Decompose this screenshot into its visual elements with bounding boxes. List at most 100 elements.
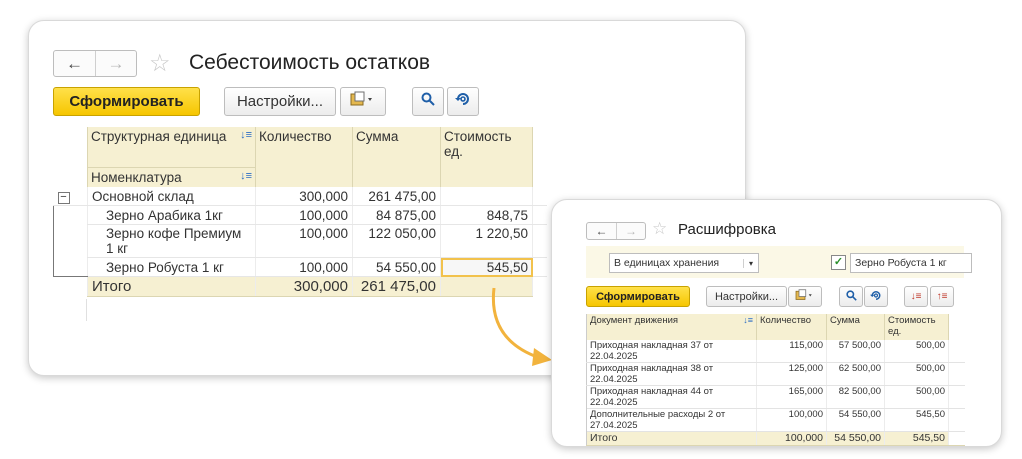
table-header-row: ↓≡ Документ движения Количество Сумма Ст… [586, 314, 965, 340]
print-options-icon [795, 288, 815, 306]
sort-icon: ↓≡ [240, 169, 252, 182]
search-button[interactable] [839, 286, 863, 307]
cost-report-table: ↓≡ Структурная единица Количество Сумма … [53, 127, 547, 297]
table-row[interactable]: Приходная накладная 38 от 22.04.2025 125… [586, 362, 965, 386]
nav-buttons: ← → [53, 50, 137, 77]
sort-icon: ↓≡ [743, 315, 753, 325]
table-divider [586, 408, 587, 434]
collapse-toggle[interactable]: − [53, 187, 88, 206]
table-total-row: Итого 300,000 261 475,00 [53, 276, 547, 297]
row-cost: 500,00 [884, 385, 949, 409]
search-refresh-icon [455, 92, 471, 111]
total-qty: 300,000 [255, 276, 353, 297]
row-sum: 62 500,00 [826, 362, 885, 386]
print-options-button[interactable] [340, 87, 386, 116]
forward-button[interactable]: → [95, 51, 136, 76]
forward-button[interactable]: → [616, 223, 645, 239]
column-header-sum[interactable]: Сумма [826, 314, 885, 340]
total-label: Итого [87, 276, 256, 297]
page-title: Расшифровка [678, 221, 776, 238]
row-qty: 100,000 [255, 257, 353, 277]
units-select[interactable]: В единицах хранения ▾ [609, 253, 759, 273]
total-label: Итого [586, 431, 757, 446]
detail-table: ↓≡ Документ движения Количество Сумма Ст… [586, 314, 965, 446]
page-title: Себестоимость остатков [189, 51, 431, 74]
row-sum: 54 550,00 [352, 257, 441, 277]
row-sum: 82 500,00 [826, 385, 885, 409]
column-header-unit-cost[interactable]: Стоимость ед. [440, 127, 533, 187]
table-row[interactable]: Зерно Робуста 1 кг 100,000 54 550,00 545… [53, 257, 547, 277]
search-icon [845, 288, 857, 306]
search-button[interactable] [412, 87, 444, 116]
row-doc: Приходная накладная 44 от 22.04.2025 [586, 385, 757, 409]
row-name: Зерно Робуста 1 кг [87, 257, 256, 277]
table-row[interactable]: Приходная накладная 44 от 22.04.2025 165… [586, 385, 965, 409]
row-qty: 115,000 [756, 340, 827, 363]
row-doc: Приходная накладная 38 от 22.04.2025 [586, 362, 757, 386]
checkbox-checked-icon[interactable]: ✓ [831, 255, 846, 270]
detail-window: ← → ☆ Расшифровка В единицах хранения ▾ … [551, 199, 1002, 447]
highlighted-cell[interactable]: 545,50 [440, 257, 533, 277]
total-qty: 100,000 [756, 431, 827, 446]
row-cost: 500,00 [884, 362, 949, 386]
total-cost: 545,50 [884, 431, 949, 446]
back-arrow-icon: ← [595, 224, 608, 238]
row-doc: Приходная накладная 37 от 22.04.2025 [586, 340, 757, 363]
item-field[interactable]: Зерно Робуста 1 кг [850, 253, 972, 273]
forward-arrow-icon: → [107, 53, 125, 73]
column-header-nomenclature[interactable]: ↓≡ Номенклатура [87, 166, 256, 187]
search-refresh-button[interactable] [864, 286, 888, 307]
search-refresh-button[interactable] [447, 87, 479, 116]
column-header-unit-cost[interactable]: Стоимость ед. [884, 314, 949, 340]
row-cost: 848,75 [440, 205, 533, 225]
sort-descending-button[interactable]: ↑≡ [930, 286, 954, 307]
row-sum: 261 475,00 [352, 187, 441, 206]
column-header-sum[interactable]: Сумма [352, 127, 441, 187]
row-qty: 125,000 [756, 362, 827, 386]
sort-ascending-button[interactable]: ↓≡ [904, 286, 928, 307]
total-sum: 261 475,00 [352, 276, 441, 297]
table-row[interactable]: Приходная накладная 37 от 22.04.2025 115… [586, 340, 965, 363]
row-qty: 100,000 [756, 408, 827, 432]
chevron-down-icon: ▾ [743, 258, 758, 268]
sort-ascending-icon: ↓≡ [910, 291, 922, 302]
table-row[interactable]: Дополнительные расходы 2 от 27.04.2025 1… [586, 408, 965, 432]
star-icon[interactable]: ☆ [149, 49, 171, 78]
star-icon[interactable]: ☆ [652, 219, 667, 239]
column-header-qty[interactable]: Количество [756, 314, 827, 340]
column-header-unit[interactable]: ↓≡ Структурная единица [87, 127, 256, 167]
settings-button[interactable]: Настройки... [706, 286, 787, 307]
print-options-icon [350, 91, 376, 112]
row-cost: 545,50 [884, 408, 949, 432]
table-row[interactable]: Зерно Арабика 1кг 100,000 84 875,00 848,… [53, 205, 547, 225]
row-qty: 100,000 [255, 205, 353, 225]
column-header-doc[interactable]: ↓≡ Документ движения [586, 314, 757, 340]
row-name: Зерно Арабика 1кг [87, 205, 256, 225]
back-button[interactable]: ← [587, 223, 616, 239]
forward-arrow-icon: → [625, 224, 637, 238]
back-button[interactable]: ← [54, 51, 95, 76]
row-name: Зерно кофе Премиум 1 кг [87, 224, 256, 258]
row-qty: 165,000 [756, 385, 827, 409]
row-cost: 1 220,50 [440, 224, 533, 258]
row-qty: 100,000 [255, 224, 353, 258]
row-sum: 84 875,00 [352, 205, 441, 225]
callout-arrow-icon [491, 287, 552, 366]
table-total-row: Итого 100,000 54 550,00 545,50 [586, 431, 965, 446]
table-row[interactable]: Зерно кофе Премиум 1 кг 100,000 122 050,… [53, 224, 547, 258]
row-doc: Дополнительные расходы 2 от 27.04.2025 [586, 408, 757, 432]
row-cost [440, 187, 533, 206]
search-refresh-icon [870, 288, 882, 306]
settings-button[interactable]: Настройки... [224, 87, 336, 116]
back-arrow-icon: ← [66, 53, 83, 73]
sort-icon: ↓≡ [240, 129, 252, 141]
row-qty: 300,000 [255, 187, 353, 206]
row-sum: 54 550,00 [826, 408, 885, 432]
form-report-button[interactable]: Сформировать [586, 286, 690, 307]
column-header-qty[interactable]: Количество [255, 127, 353, 187]
form-report-button[interactable]: Сформировать [53, 87, 200, 116]
total-sum: 54 550,00 [826, 431, 885, 446]
table-header-row: ↓≡ Структурная единица Количество Сумма … [53, 127, 547, 187]
print-options-button[interactable] [788, 286, 822, 307]
table-row-group[interactable]: − Основной склад 300,000 261 475,00 [53, 187, 547, 206]
